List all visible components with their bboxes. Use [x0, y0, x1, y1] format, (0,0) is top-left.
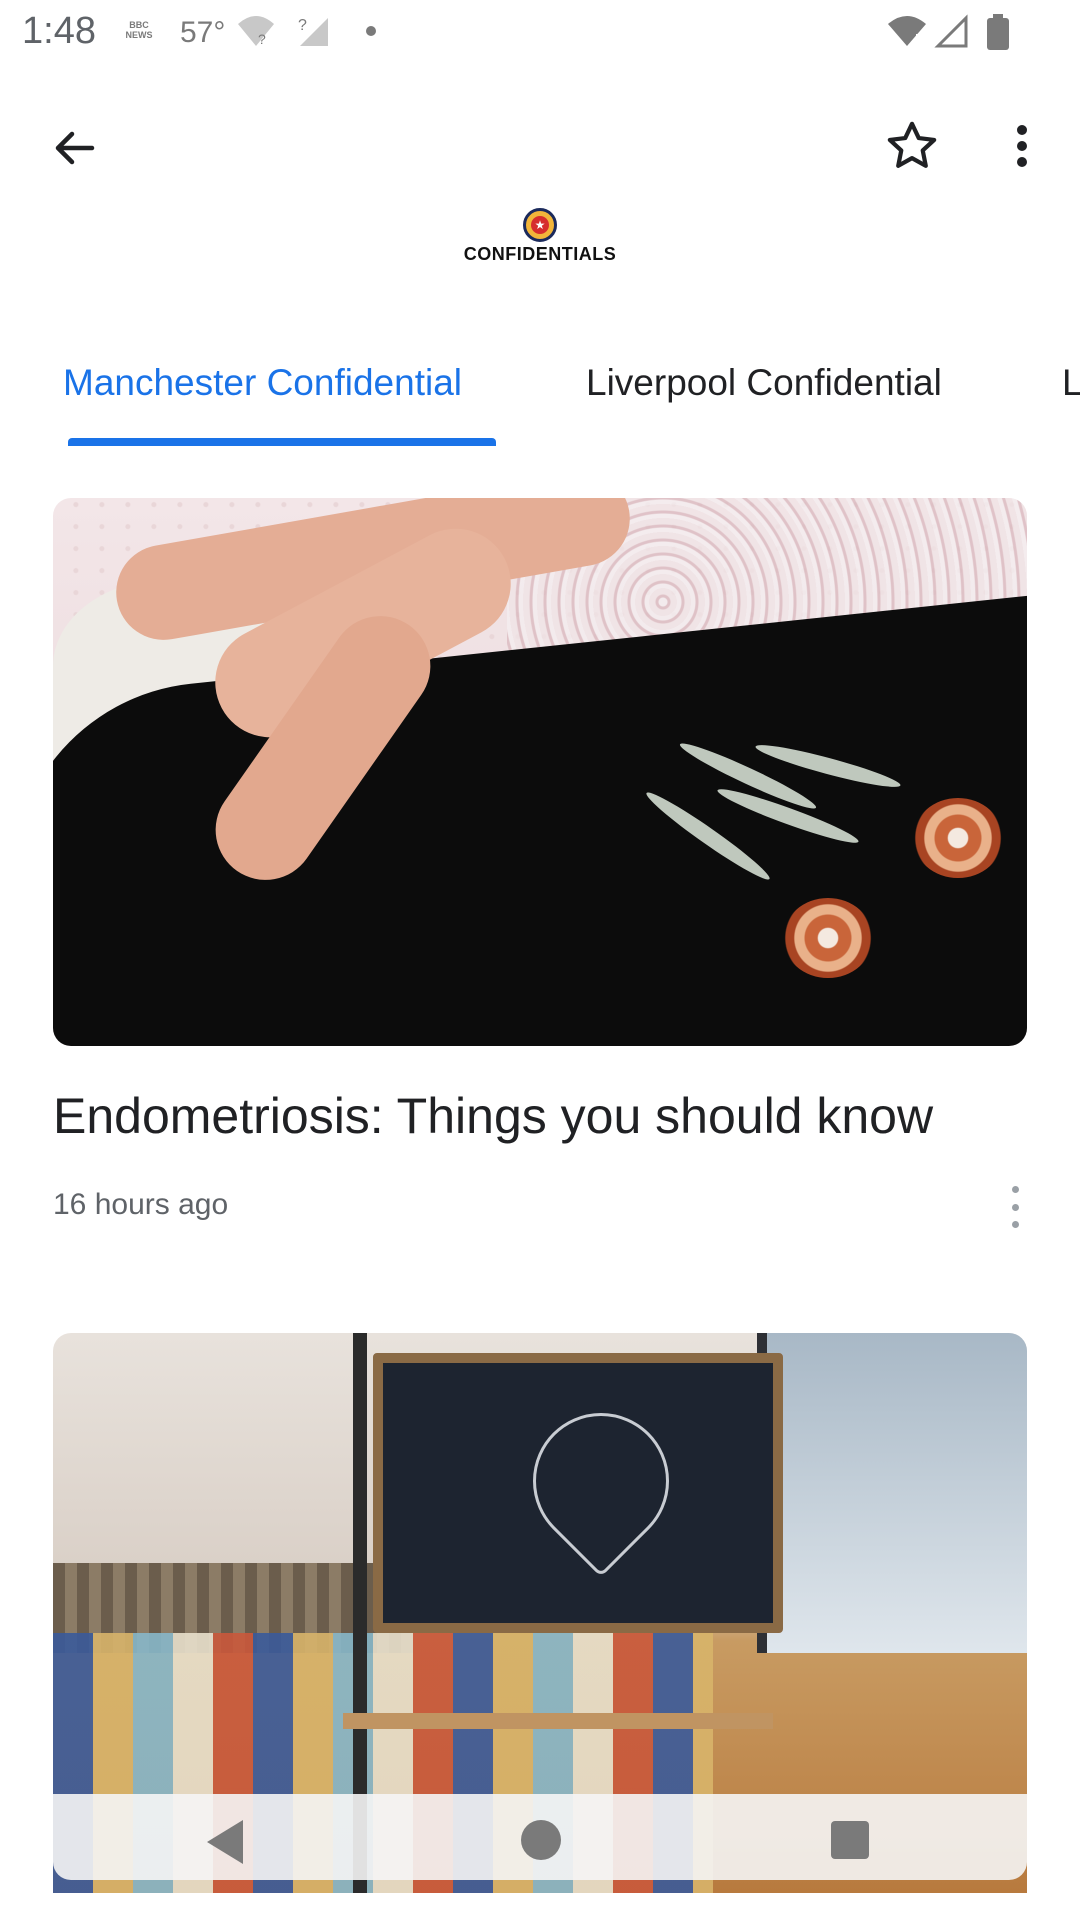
section-tabs: Manchester Confidential Liverpool Confid… — [0, 338, 1080, 448]
status-bar: 1:48 BBC NEWS 57° ? ? — [0, 0, 1080, 64]
nav-home-icon[interactable] — [521, 1820, 561, 1860]
logo-badge-icon: ★ — [523, 208, 557, 242]
article-more-button[interactable] — [995, 1182, 1035, 1232]
svg-text:?: ? — [258, 31, 266, 47]
weather-temperature: 57° — [180, 16, 226, 49]
tab-liverpool-confidential[interactable]: Liverpool Confidential — [586, 362, 942, 404]
news-notification-icon: BBC NEWS — [125, 20, 153, 40]
battery-icon — [987, 14, 1009, 50]
star-outline-icon — [887, 121, 937, 168]
more-options-button[interactable] — [982, 106, 1062, 186]
status-time: 1:48 — [22, 10, 96, 52]
tab-selected-indicator — [68, 438, 496, 446]
more-vert-icon — [1017, 125, 1027, 167]
wifi-icon — [888, 16, 926, 46]
tab-manchester-confidential[interactable]: Manchester Confidential — [63, 362, 462, 404]
nav-back-icon[interactable] — [207, 1820, 243, 1864]
cell-signal-unknown-icon: ? — [298, 17, 328, 46]
app-bar — [0, 100, 1080, 196]
publication-logo: ★ CONFIDENTIALS — [440, 208, 640, 272]
article-timestamp: 16 hours ago — [53, 1188, 229, 1221]
article-title[interactable]: Endometriosis: Things you should know — [53, 1086, 1027, 1146]
tab-partial[interactable]: L — [1062, 362, 1080, 404]
notification-dot-icon — [366, 26, 376, 36]
follow-star-button[interactable] — [872, 106, 952, 186]
arrow-back-icon — [55, 131, 95, 165]
system-navigation-bar — [53, 1794, 1027, 1880]
wifi-unknown-icon: ? — [238, 16, 274, 47]
cell-signal-icon — [934, 14, 968, 48]
svg-text:?: ? — [298, 17, 307, 34]
back-button[interactable] — [34, 108, 114, 188]
article-card[interactable]: Endometriosis: Things you should know 16… — [53, 498, 1027, 1228]
article-image[interactable] — [53, 498, 1027, 1046]
logo-text: CONFIDENTIALS — [463, 244, 617, 264]
nav-recents-icon[interactable] — [831, 1821, 869, 1859]
